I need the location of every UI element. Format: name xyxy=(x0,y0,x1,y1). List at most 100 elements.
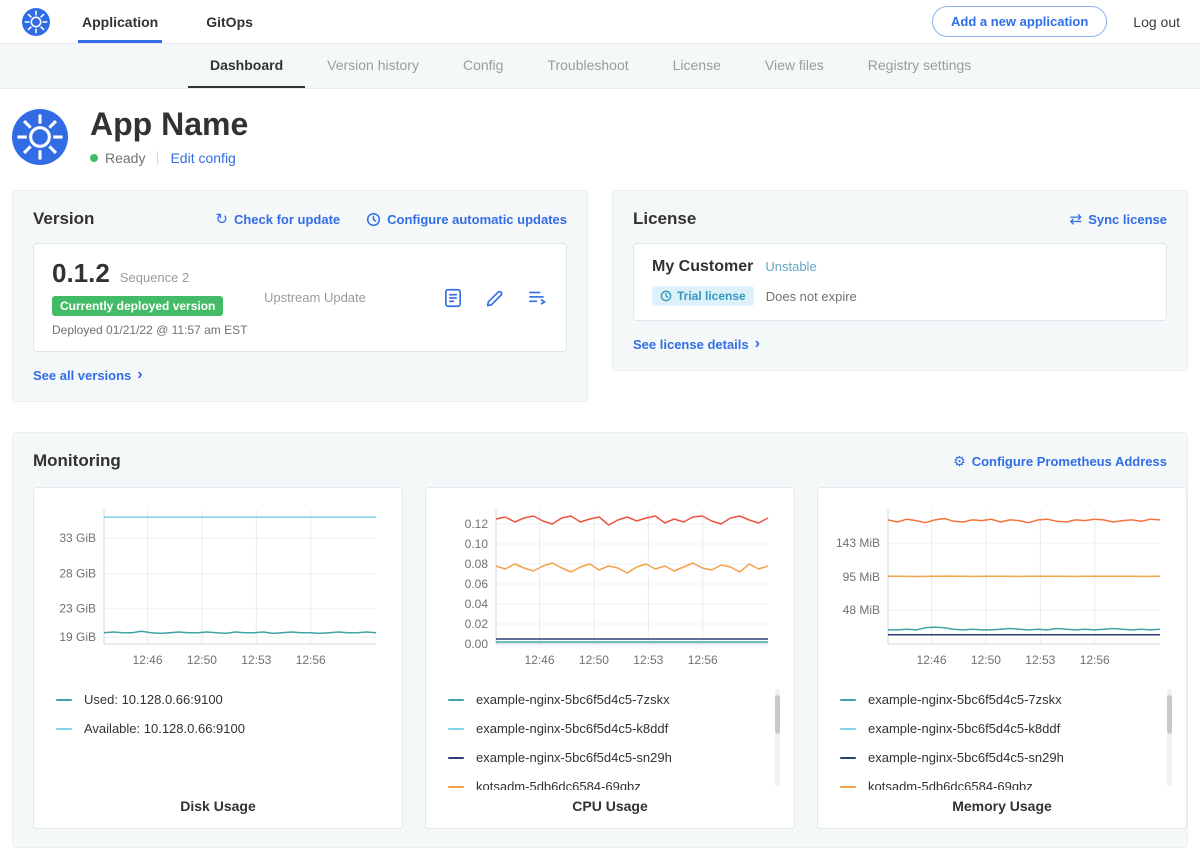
chart-plot: 48 MiB95 MiB143 MiB12:4612:5012:5312:56 xyxy=(832,500,1172,675)
channel-label: Unstable xyxy=(765,259,816,274)
svg-text:12:53: 12:53 xyxy=(633,653,663,667)
legend-label: kotsadm-5db6dc6584-69qbz xyxy=(476,779,641,790)
legend-item: example-nginx-5bc6f5d4c5-k8ddf xyxy=(440,714,780,743)
svg-text:12:53: 12:53 xyxy=(241,653,271,667)
svg-text:12:50: 12:50 xyxy=(579,653,609,667)
legend-item: Available: 10.128.0.66:9100 xyxy=(48,714,388,743)
tab-license[interactable]: License xyxy=(651,44,743,88)
legend-label: example-nginx-5bc6f5d4c5-k8ddf xyxy=(476,721,668,736)
divider xyxy=(157,151,158,165)
svg-text:12:56: 12:56 xyxy=(688,653,718,667)
tab-view-files[interactable]: View files xyxy=(743,44,846,88)
summary-cards-row: Version ↻ Check for update Configure aut… xyxy=(0,190,1200,402)
tab-config[interactable]: Config xyxy=(441,44,525,88)
primary-nav: Application GitOps xyxy=(78,0,297,43)
secondary-nav: Dashboard Version history Config Trouble… xyxy=(0,44,1200,89)
sync-license-link[interactable]: ⇄ Sync license xyxy=(1070,212,1167,227)
legend-wrap: example-nginx-5bc6f5d4c5-7zskx example-ng… xyxy=(440,685,780,790)
edit-config-link[interactable]: Edit config xyxy=(170,150,235,166)
svg-text:28 GiB: 28 GiB xyxy=(59,567,96,581)
chart-title: CPU Usage xyxy=(440,790,780,814)
legend-wrap: example-nginx-5bc6f5d4c5-7zskxexample-ng… xyxy=(832,685,1172,790)
gear-icon: ⚙ xyxy=(953,454,966,468)
svg-text:95 MiB: 95 MiB xyxy=(843,570,880,584)
see-license-details-link[interactable]: See license details › xyxy=(633,336,760,352)
tab-version-history[interactable]: Version history xyxy=(305,44,441,88)
chart-plot: 19 GiB23 GiB28 GiB33 GiB12:4612:5012:531… xyxy=(48,500,388,675)
chart-panel-cpu-usage: 0.000.020.040.060.080.100.1212:4612:5012… xyxy=(425,487,795,829)
svg-text:12:50: 12:50 xyxy=(971,653,1001,667)
chevron-right-icon: › xyxy=(755,336,760,352)
scrollbar-thumb[interactable] xyxy=(1167,695,1172,734)
svg-text:19 GiB: 19 GiB xyxy=(59,630,96,644)
chevron-right-icon: › xyxy=(137,367,142,383)
check-for-update-link[interactable]: ↻ Check for update xyxy=(215,212,340,227)
legend-color-dash-icon xyxy=(840,786,856,788)
upstream-update-label: Upstream Update xyxy=(264,290,442,305)
legend-item: example-nginx-5bc6f5d4c5-k8ddf xyxy=(832,714,1172,743)
legend-color-dash-icon xyxy=(840,728,856,730)
legend-label: example-nginx-5bc6f5d4c5-7zskx xyxy=(476,692,670,707)
svg-text:0.10: 0.10 xyxy=(465,537,489,551)
sequence-label: Sequence 2 xyxy=(120,270,189,285)
configure-automatic-updates-link[interactable]: Configure automatic updates xyxy=(366,212,567,227)
monitoring-card: Monitoring ⚙ Configure Prometheus Addres… xyxy=(12,432,1188,848)
nav-tab-gitops[interactable]: GitOps xyxy=(202,0,257,43)
legend-color-dash-icon xyxy=(448,699,464,701)
chart-legend: example-nginx-5bc6f5d4c5-7zskxexample-ng… xyxy=(832,685,1172,790)
add-new-application-button[interactable]: Add a new application xyxy=(932,6,1107,37)
tab-registry-settings[interactable]: Registry settings xyxy=(846,44,993,88)
legend-item: example-nginx-5bc6f5d4c5-7zskx xyxy=(440,685,780,714)
legend-label: Available: 10.128.0.66:9100 xyxy=(84,721,245,736)
chart-title: Disk Usage xyxy=(48,790,388,814)
svg-text:0.00: 0.00 xyxy=(465,637,489,651)
logout-link[interactable]: Log out xyxy=(1133,14,1180,30)
customer-name: My Customer xyxy=(652,258,753,276)
release-notes-icon[interactable] xyxy=(442,287,464,309)
see-all-versions-label: See all versions xyxy=(33,368,131,383)
legend-item: kotsadm-5db6dc6584-69qbz xyxy=(440,772,780,790)
tab-dashboard[interactable]: Dashboard xyxy=(188,44,305,88)
see-all-versions-link[interactable]: See all versions › xyxy=(33,367,143,383)
top-navbar: Application GitOps Add a new application… xyxy=(0,0,1200,44)
current-version-panel: 0.1.2 Sequence 2 Currently deployed vers… xyxy=(33,243,567,352)
kubernetes-logo[interactable] xyxy=(22,8,50,36)
svg-text:0.12: 0.12 xyxy=(465,517,489,531)
version-number: 0.1.2 xyxy=(52,258,110,289)
charts-row: 19 GiB23 GiB28 GiB33 GiB12:4612:5012:531… xyxy=(33,487,1167,829)
svg-text:12:56: 12:56 xyxy=(296,653,326,667)
configure-automatic-updates-label: Configure automatic updates xyxy=(387,212,567,227)
chart-panel-disk-usage: 19 GiB23 GiB28 GiB33 GiB12:4612:5012:531… xyxy=(33,487,403,829)
clock-arrow-icon xyxy=(366,212,381,227)
sync-icon: ⇄ xyxy=(1070,212,1083,227)
trial-license-label: Trial license xyxy=(677,289,746,303)
svg-text:0.08: 0.08 xyxy=(465,557,489,571)
legend-scrollbar[interactable] xyxy=(1167,689,1172,786)
configure-prometheus-link[interactable]: ⚙ Configure Prometheus Address xyxy=(953,454,1167,469)
nav-tab-application[interactable]: Application xyxy=(78,0,162,43)
trial-clock-icon xyxy=(660,290,672,302)
tab-troubleshoot[interactable]: Troubleshoot xyxy=(525,44,650,88)
chart-legend: example-nginx-5bc6f5d4c5-7zskx example-ng… xyxy=(440,685,780,790)
deploy-logs-icon[interactable] xyxy=(526,287,548,309)
svg-text:0.04: 0.04 xyxy=(465,597,489,611)
check-for-update-label: Check for update xyxy=(234,212,340,227)
status-dot-icon xyxy=(90,154,98,162)
refresh-icon: ↻ xyxy=(215,212,228,227)
see-license-details-label: See license details xyxy=(633,337,749,352)
deployed-timestamp: Deployed 01/21/22 @ 11:57 am EST xyxy=(52,323,264,337)
svg-text:12:50: 12:50 xyxy=(187,653,217,667)
license-card: License ⇄ Sync license My Customer Unsta… xyxy=(612,190,1188,371)
scrollbar-thumb[interactable] xyxy=(775,695,780,734)
license-detail-panel: My Customer Unstable Trial license Does … xyxy=(633,243,1167,321)
app-icon xyxy=(12,109,68,165)
svg-text:33 GiB: 33 GiB xyxy=(59,531,96,545)
legend-scrollbar[interactable] xyxy=(775,689,780,786)
chart-legend: Used: 10.128.0.66:9100Available: 10.128.… xyxy=(48,685,388,743)
deployed-version-badge: Currently deployed version xyxy=(52,296,223,316)
edit-config-icon[interactable] xyxy=(484,287,506,309)
legend-label: example-nginx-5bc6f5d4c5-sn29h xyxy=(476,750,672,765)
monitoring-title: Monitoring xyxy=(33,451,121,471)
legend-wrap: Used: 10.128.0.66:9100Available: 10.128.… xyxy=(48,685,388,790)
sync-license-label: Sync license xyxy=(1088,212,1167,227)
